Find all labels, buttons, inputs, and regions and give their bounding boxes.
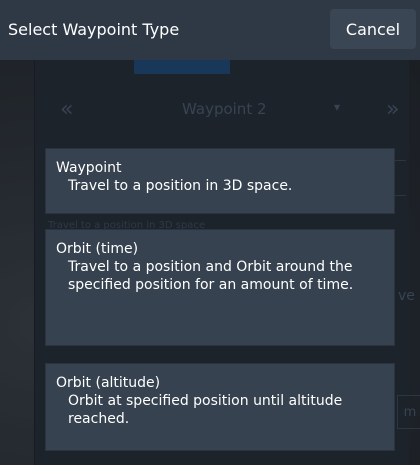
option-description: Travel to a position and Orbit around th… <box>68 259 354 293</box>
option-title: Orbit (time) <box>56 241 139 257</box>
popup-header: Select Waypoint Type Cancel <box>0 0 420 60</box>
option-waypoint[interactable]: Waypoint Travel to a position in 3D spac… <box>45 148 395 214</box>
cancel-button[interactable]: Cancel <box>330 9 416 49</box>
option-description: Orbit at specified position until altitu… <box>68 393 343 427</box>
popup-title: Select Waypoint Type <box>8 20 180 39</box>
option-title: Orbit (altitude) <box>56 375 161 391</box>
option-title: Waypoint <box>56 160 122 176</box>
option-description: Travel to a position in 3D space. <box>68 178 293 194</box>
option-orbit-altitude[interactable]: Orbit (altitude) Orbit at specified posi… <box>45 363 395 451</box>
option-orbit-time[interactable]: Orbit (time) Travel to a position and Or… <box>45 229 395 346</box>
